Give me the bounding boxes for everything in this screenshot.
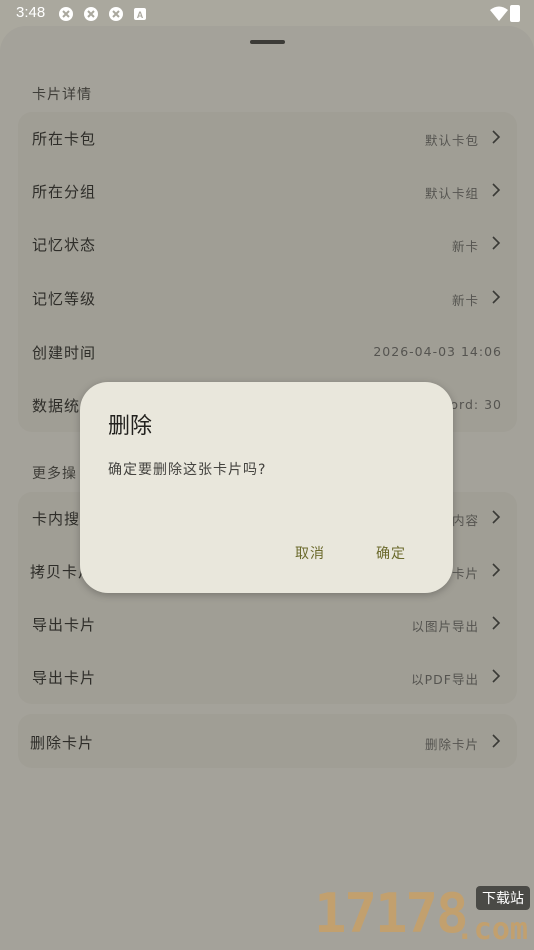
site-watermark: 17178 下载站 .com xyxy=(304,880,534,950)
detail-row-created-time: 创建时间 2026-04-03 14:06 xyxy=(18,326,517,379)
battery-icon xyxy=(510,5,520,22)
chevron-right-icon xyxy=(492,669,501,683)
action-row-export-pdf[interactable]: 导出卡片 以PDF导出 xyxy=(18,651,517,704)
detail-value: 新卡 xyxy=(451,293,479,308)
chevron-right-icon xyxy=(492,236,501,250)
action-value: 以PDF导出 xyxy=(411,672,479,687)
chevron-right-icon xyxy=(492,183,501,197)
wifi-icon xyxy=(490,6,508,21)
chevron-right-icon xyxy=(492,616,501,630)
a-notification-icon: A xyxy=(134,8,146,20)
detail-row-memory-level[interactable]: 记忆等级 新卡 xyxy=(18,272,517,325)
chevron-right-icon xyxy=(492,734,501,748)
detail-value: 2026-04-03 14:06 xyxy=(373,344,502,359)
detail-label: 记忆等级 xyxy=(32,290,97,308)
detail-value: ord: 30 xyxy=(450,397,502,412)
detail-value: 新卡 xyxy=(451,239,479,254)
action-value: 卡片 xyxy=(451,566,479,581)
chevron-right-icon xyxy=(492,130,501,144)
detail-label: 创建时间 xyxy=(32,344,97,362)
watermark-badge: 下载站 xyxy=(476,886,530,910)
action-row-delete-card[interactable]: 删除卡片 删除卡片 xyxy=(18,714,517,767)
section-title-more-actions: 更多操 xyxy=(32,466,77,482)
action-label: 导出卡片 xyxy=(32,616,97,634)
action-label: 导出卡片 xyxy=(32,669,97,687)
drag-handle[interactable] xyxy=(250,40,285,44)
chevron-right-icon xyxy=(492,290,501,304)
delete-confirm-dialog: 删除 确定要删除这张卡片吗? 取消 确定 xyxy=(80,382,453,593)
dialog-message: 确定要删除这张卡片吗? xyxy=(108,462,267,478)
section-title-card-details: 卡片详情 xyxy=(32,87,92,103)
confirm-button[interactable]: 确定 xyxy=(376,543,406,563)
cancel-button[interactable]: 取消 xyxy=(295,543,325,563)
detail-row-group[interactable]: 所在分组 默认卡组 xyxy=(18,165,517,218)
action-label: 卡内搜 xyxy=(32,510,81,528)
dialog-title: 删除 xyxy=(108,414,153,439)
status-bar: 3:48 A xyxy=(0,0,534,28)
detail-label: 记忆状态 xyxy=(32,236,97,254)
detail-label: 数据统 xyxy=(32,397,81,415)
delete-label: 删除卡片 xyxy=(30,734,95,752)
detail-value: 默认卡包 xyxy=(424,133,479,148)
svg-text:A: A xyxy=(137,10,144,20)
action-value: 内容 xyxy=(451,513,479,528)
detail-label: 所在分组 xyxy=(32,183,97,201)
detail-value: 默认卡组 xyxy=(424,186,479,201)
delete-group: 删除卡片 删除卡片 xyxy=(18,714,517,768)
status-time: 3:48 xyxy=(16,4,46,21)
app-notification-icon xyxy=(109,7,123,21)
detail-row-card-pack[interactable]: 所在卡包 默认卡包 xyxy=(18,112,517,165)
detail-label: 所在卡包 xyxy=(32,130,97,148)
action-value: 以图片导出 xyxy=(411,619,479,634)
action-row-export-image[interactable]: 导出卡片 以图片导出 xyxy=(18,598,517,651)
delete-value: 删除卡片 xyxy=(424,737,479,752)
app-notification-icon xyxy=(59,7,73,21)
watermark-digits: 17178 xyxy=(314,882,469,945)
detail-row-memory-state[interactable]: 记忆状态 新卡 xyxy=(18,218,517,271)
watermark-domain: .com xyxy=(455,912,528,947)
chevron-right-icon xyxy=(492,510,501,524)
app-notification-icon xyxy=(84,7,98,21)
chevron-right-icon xyxy=(492,563,501,577)
